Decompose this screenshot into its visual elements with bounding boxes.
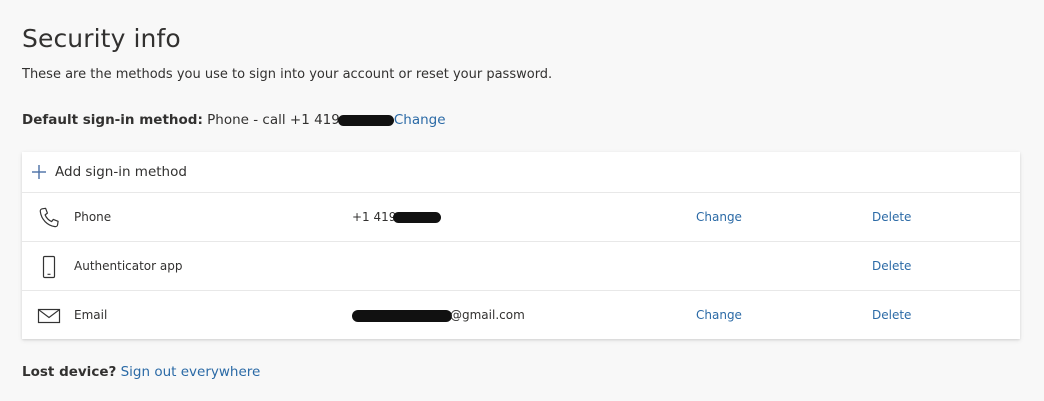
lost-device-label: Lost device?	[22, 364, 117, 380]
method-row-email: Email @gmail.com Change Delete	[22, 291, 1020, 339]
default-method-change-link[interactable]: Change	[394, 112, 446, 128]
page-description: These are the methods you use to sign in…	[22, 67, 553, 82]
redaction-mark	[393, 212, 442, 223]
method-value: +1 419	[352, 210, 442, 224]
phone-change-link[interactable]: Change	[696, 210, 742, 224]
phone-icon	[36, 205, 62, 231]
method-row-phone: Phone +1 419 Change Delete	[22, 193, 1020, 242]
phone-delete-link[interactable]: Delete	[872, 210, 911, 224]
mail-icon	[36, 303, 62, 329]
mobile-device-icon	[36, 254, 62, 280]
method-name: Email	[74, 308, 108, 322]
redaction-mark	[352, 309, 452, 322]
add-sign-in-method-button[interactable]: Add sign-in method	[22, 152, 1020, 193]
default-method-value: Phone - call +1 419	[207, 112, 340, 128]
sign-in-methods-card: Add sign-in method Phone +1 419 Change D…	[22, 152, 1020, 339]
authenticator-delete-link[interactable]: Delete	[872, 259, 911, 273]
method-row-authenticator-app: Authenticator app Delete	[22, 242, 1020, 291]
method-name: Phone	[74, 210, 112, 224]
plus-icon	[30, 163, 48, 181]
method-value: @gmail.com	[352, 308, 525, 322]
add-sign-in-method-label: Add sign-in method	[55, 164, 187, 180]
method-name: Authenticator app	[74, 259, 183, 273]
email-change-link[interactable]: Change	[696, 308, 742, 322]
default-method-label: Default sign-in method:	[22, 112, 203, 128]
email-delete-link[interactable]: Delete	[872, 308, 911, 322]
redaction-mark	[337, 114, 394, 126]
default-sign-in-method: Default sign-in method: Phone - call +1 …	[22, 112, 446, 128]
page-title: Security info	[22, 24, 181, 53]
sign-out-everywhere-link[interactable]: Sign out everywhere	[121, 364, 261, 380]
lost-device-section: Lost device? Sign out everywhere	[22, 364, 260, 380]
